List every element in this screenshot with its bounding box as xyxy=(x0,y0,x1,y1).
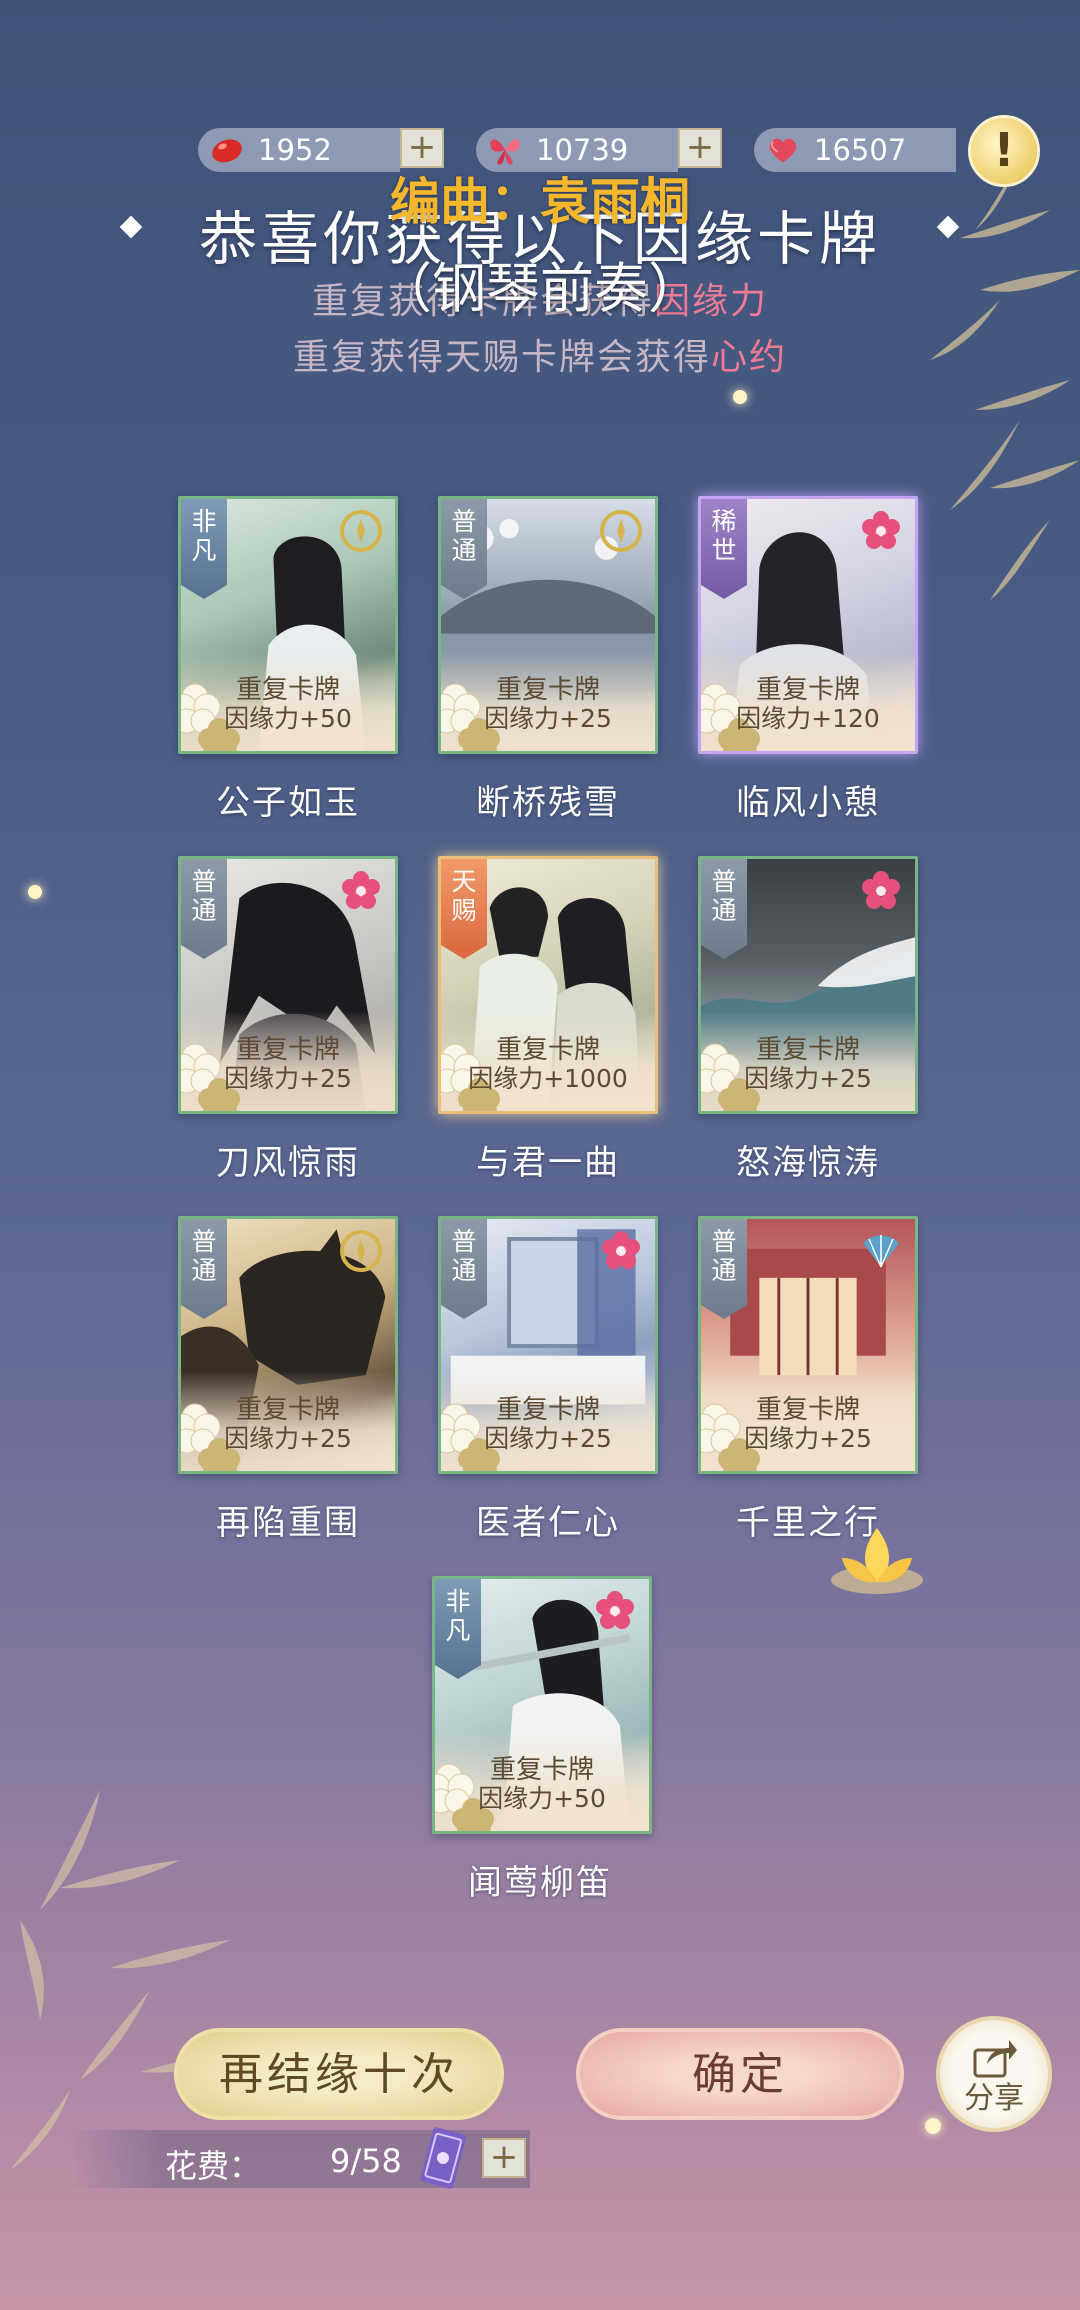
card-name: 断桥残雪 xyxy=(476,783,620,823)
share-icon xyxy=(973,2040,1017,2078)
coin-emblem-icon xyxy=(340,510,382,552)
duplicate-label: 重复卡牌 xyxy=(495,675,600,705)
bond-power-value: 因缘力+50 xyxy=(224,704,352,733)
fan-icon xyxy=(863,1235,899,1268)
bond-power-value: 因缘力+120 xyxy=(736,704,880,733)
duplicate-label: 重复卡牌 xyxy=(755,1395,860,1425)
bond-power-value: 因缘力+25 xyxy=(224,1424,352,1453)
rarity-ribbon: 非凡 xyxy=(181,499,227,599)
plum-blossom-icon xyxy=(602,1231,640,1269)
card-zaixian-chongwei[interactable]: 普通 重复卡牌 因缘力+25 xyxy=(178,1216,398,1474)
rarity-ribbon: 普通 xyxy=(181,859,227,959)
duplicate-label: 重复卡牌 xyxy=(495,1035,600,1065)
light-particle xyxy=(733,390,747,404)
bond-power-value: 因缘力+25 xyxy=(484,1424,612,1453)
duplicate-label: 重复卡牌 xyxy=(755,1035,860,1065)
duplicate-label: 重复卡牌 xyxy=(755,675,860,705)
share-label: 分享 xyxy=(964,2081,1024,2116)
card-name: 与君一曲 xyxy=(476,1143,620,1183)
card-name: 公子如玉 xyxy=(216,783,360,823)
bond-power-value: 因缘力+25 xyxy=(224,1064,352,1093)
card-qianli-zhixing[interactable]: 普通 重复卡牌 因缘力+25 xyxy=(698,1216,918,1474)
bond-power-value: 因缘力+25 xyxy=(744,1424,872,1453)
bond-power-value: 因缘力+50 xyxy=(478,1784,606,1813)
rarity-ribbon: 非凡 xyxy=(435,1579,481,1679)
card-nuhai-jingtao[interactable]: 普通 重复卡牌 因缘力+25 xyxy=(698,856,918,1114)
plum-blossom-icon xyxy=(862,511,900,549)
plum-blossom-icon xyxy=(862,871,900,909)
draw-ten-again-button[interactable]: 再结缘十次 xyxy=(174,2028,504,2120)
duplicate-label: 重复卡牌 xyxy=(235,1035,340,1065)
duplicate-hint-line2: 重复获得天赐卡牌会获得心约 xyxy=(0,328,1080,380)
rarity-ribbon: 普通 xyxy=(181,1219,227,1319)
card-name: 怒海惊涛 xyxy=(736,1143,880,1183)
light-particle xyxy=(28,885,42,899)
light-particle xyxy=(925,2118,941,2134)
plum-blossom-icon xyxy=(596,1591,634,1629)
card-name: 临风小憩 xyxy=(736,783,880,823)
purple-ticket-icon xyxy=(420,2127,467,2189)
coin-emblem-icon xyxy=(600,510,642,552)
rarity-ribbon: 普通 xyxy=(441,1219,487,1319)
duplicate-label: 重复卡牌 xyxy=(235,1395,340,1425)
coin-emblem-icon xyxy=(340,1230,382,1272)
card-yizhe-renxin[interactable]: 普通 重复卡牌 因缘力+25 xyxy=(438,1216,658,1474)
hint2-highlight: 心约 xyxy=(711,337,788,378)
rarity-ribbon: 普通 xyxy=(701,859,747,959)
share-button[interactable]: 分享 xyxy=(936,2016,1052,2132)
duplicate-label: 重复卡牌 xyxy=(495,1395,600,1425)
card-name: 刀风惊雨 xyxy=(216,1143,360,1183)
hint2-text: 重复获得天赐卡牌会获得 xyxy=(292,337,711,378)
rarity-ribbon: 天赐 xyxy=(441,859,487,959)
cost-label: 花费： xyxy=(165,2147,262,2185)
confirm-button[interactable]: 确定 xyxy=(576,2028,904,2120)
card-duanqiao-canxue[interactable]: 普通 重复卡牌 因缘力+25 xyxy=(438,496,658,754)
rarity-ribbon: 普通 xyxy=(701,1219,747,1319)
rarity-ribbon: 普通 xyxy=(441,499,487,599)
cost-value: 9/58 xyxy=(330,2142,402,2180)
card-daofeng-jingyu[interactable]: 普通 重复卡牌 因缘力+25 xyxy=(178,856,398,1114)
card-wenying-liudi[interactable]: 非凡 重复卡牌 因缘力+50 xyxy=(432,1576,652,1834)
add-ticket-button[interactable]: + xyxy=(482,2138,526,2178)
card-name: 医者仁心 xyxy=(476,1503,620,1543)
card-name: 再陷重围 xyxy=(216,1503,360,1543)
card-gongzi-ruyu[interactable]: 非凡 重复卡牌 因缘力+50 xyxy=(178,496,398,754)
duplicate-label: 重复卡牌 xyxy=(489,1755,594,1785)
duplicate-label: 重复卡牌 xyxy=(235,675,340,705)
bond-power-value: 因缘力+1000 xyxy=(468,1064,628,1093)
card-yujun-yiqu[interactable]: 天赐 重复卡牌 因缘力+1000 xyxy=(438,856,658,1114)
card-name: 闻莺柳笛 xyxy=(468,1863,612,1903)
bond-power-value: 因缘力+25 xyxy=(744,1064,872,1093)
bond-power-value: 因缘力+25 xyxy=(484,704,612,733)
music-subtitle-overlay: （钢琴前奏） xyxy=(378,257,702,320)
card-linfeng-xiaoqi[interactable]: 稀世 重复卡牌 因缘力+120 xyxy=(698,496,918,754)
plum-blossom-icon xyxy=(342,871,380,909)
rarity-ribbon: 稀世 xyxy=(701,499,747,599)
lotus-lantern-icon xyxy=(831,1528,923,1594)
music-credit-overlay: 编曲：袁雨桐 xyxy=(390,173,690,231)
